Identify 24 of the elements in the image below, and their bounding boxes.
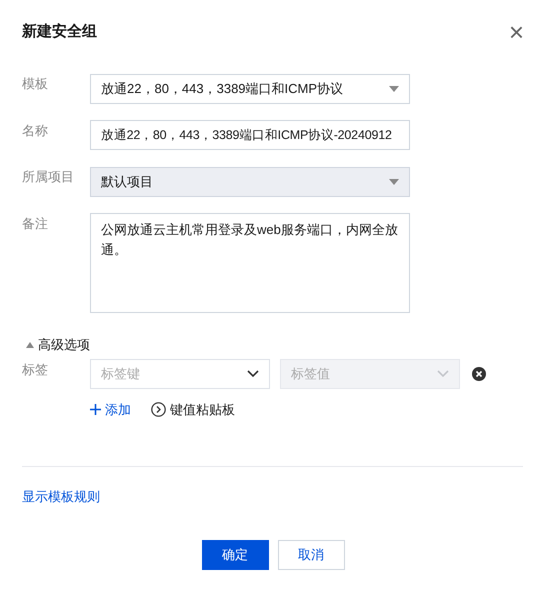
chevron-icon (247, 370, 259, 378)
field-label: 模板 (22, 75, 49, 93)
field-label: 所属项目 (22, 168, 75, 186)
show-rules-link[interactable]: 显示模板规则 (22, 487, 100, 506)
caret-icon (389, 86, 399, 92)
select-field[interactable]: 放通22，80，443，3389端口和ICMP协议 (90, 74, 410, 104)
remove-icon[interactable] (472, 366, 486, 380)
field-label: 标签 (22, 360, 49, 378)
plus-icon (90, 404, 101, 415)
chevron-icon (437, 370, 449, 378)
caret-icon (389, 179, 399, 185)
confirm-button[interactable]: 确定 (202, 540, 268, 570)
name-input[interactable]: 放通22，80，443，3389端口和ICMP协议-20240912 (90, 120, 410, 150)
cancel-button[interactable]: 取消 (278, 540, 344, 570)
close-button[interactable]: × (508, 19, 524, 45)
field-label: 备注 (22, 215, 49, 233)
add-link[interactable]: 添加 (90, 400, 131, 419)
field-label: 名称 (22, 122, 49, 140)
paste-link[interactable]: 键值粘贴板 (151, 400, 235, 419)
advanced-toggle[interactable]: 高级选项 (26, 335, 90, 354)
dialog-title: 新建安全组 (22, 22, 97, 42)
chevron-circle-icon (151, 402, 166, 417)
caret-icon (26, 342, 34, 348)
remarks-textarea[interactable]: 公网放通云主机常用登录及web服务端口，内网全放通。 (90, 213, 410, 313)
